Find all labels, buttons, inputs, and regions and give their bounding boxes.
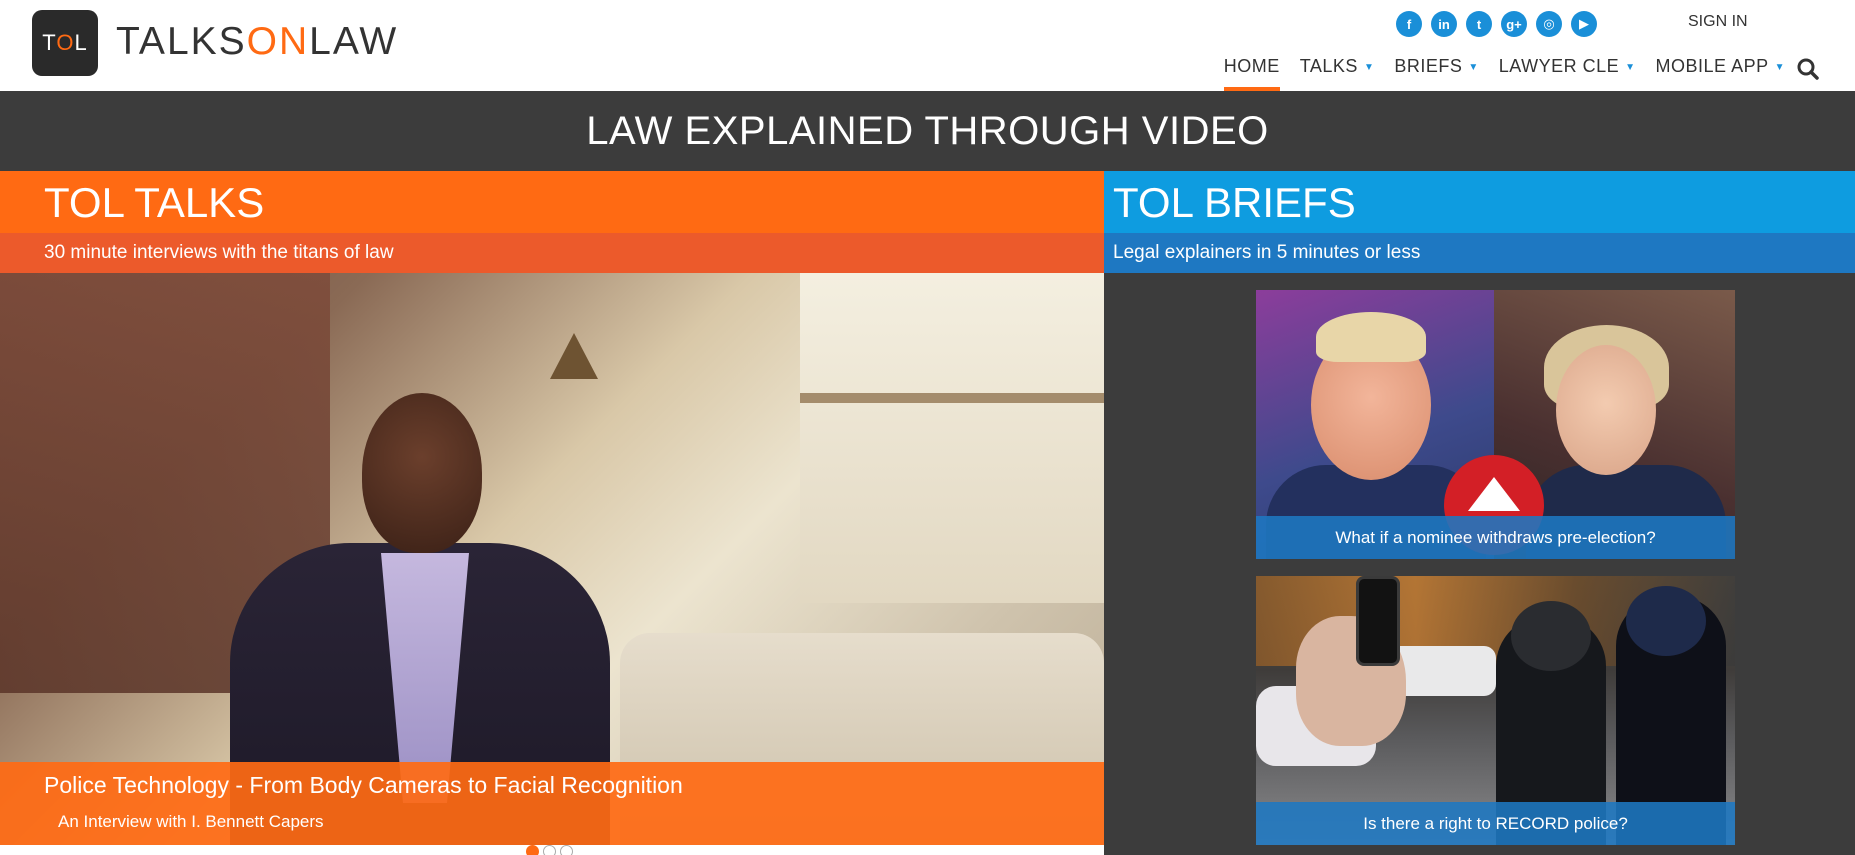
- briefs-subheader: Legal explainers in 5 minutes or less: [1104, 233, 1855, 273]
- carousel-dot[interactable]: [560, 845, 573, 855]
- linkedin-icon[interactable]: in: [1431, 11, 1457, 37]
- chevron-down-icon: ▼: [1468, 61, 1479, 73]
- chevron-down-icon: ▼: [1774, 61, 1785, 73]
- interviewee-head: [362, 393, 482, 553]
- brief-card[interactable]: What if a nominee withdraws pre-election…: [1256, 290, 1735, 559]
- nav-item-briefs[interactable]: BRIEFS ▼: [1394, 56, 1478, 91]
- brief-caption: Is there a right to RECORD police?: [1256, 802, 1735, 845]
- figure-hair: [1316, 312, 1426, 362]
- carousel-dot[interactable]: [543, 845, 556, 855]
- figure-face: [1556, 345, 1656, 475]
- hero-banner: LAW EXPLAINED THROUGH VIDEO: [0, 91, 1855, 171]
- search-icon[interactable]: [1797, 58, 1819, 80]
- logo-text: TOL: [42, 30, 88, 55]
- featured-talk-subtitle: An Interview with I. Bennett Capers: [58, 812, 324, 831]
- site-header: TOL TALKSONLAW f in t g+ ◎ ▶ SIGN IN HOM…: [0, 0, 1855, 91]
- talks-subtitle: 30 minute interviews with the titans of …: [44, 242, 394, 263]
- briefs-header[interactable]: TOL BRIEFS: [1104, 171, 1855, 233]
- carousel-dots: [526, 845, 573, 855]
- talks-title: TOL TALKS: [44, 179, 265, 226]
- nav-item-home[interactable]: HOME: [1223, 56, 1280, 91]
- featured-talk-image[interactable]: [0, 273, 1104, 845]
- nav-item-mobile-app[interactable]: MOBILE APP ▼: [1656, 56, 1785, 91]
- chevron-down-icon: ▼: [1363, 61, 1375, 73]
- helmet: [1511, 601, 1591, 671]
- talks-header[interactable]: TOL TALKS: [0, 171, 1104, 233]
- talks-subheader: 30 minute interviews with the titans of …: [0, 233, 1104, 273]
- sign-in-link[interactable]: SIGN IN: [1688, 13, 1748, 31]
- featured-talk-caption[interactable]: Police Technology - From Body Cameras to…: [0, 762, 1104, 845]
- briefs-title: TOL BRIEFS: [1113, 179, 1356, 226]
- twitter-icon[interactable]: t: [1466, 11, 1492, 37]
- phone: [1356, 576, 1400, 666]
- chevron-down-icon: ▼: [1625, 61, 1636, 73]
- brief-caption-text: Is there a right to RECORD police?: [1363, 813, 1628, 833]
- brief-caption-text: What if a nominee withdraws pre-election…: [1335, 527, 1656, 547]
- wordmark-talks: TALKS: [116, 20, 247, 63]
- nav-label: MOBILE APP: [1655, 56, 1769, 76]
- instagram-icon[interactable]: ◎: [1536, 11, 1562, 37]
- nav-label: TALKS: [1299, 56, 1358, 76]
- nav-label: HOME: [1223, 56, 1280, 76]
- helmet: [1626, 586, 1706, 656]
- nav-label: BRIEFS: [1394, 56, 1463, 76]
- nav-label: LAWYER CLE: [1498, 56, 1620, 76]
- carousel-dot[interactable]: [526, 845, 539, 855]
- google-plus-icon[interactable]: g+: [1501, 11, 1527, 37]
- wordmark-on: ON: [246, 20, 310, 63]
- nav-item-talks[interactable]: TALKS ▼: [1300, 56, 1375, 91]
- window: [800, 273, 1104, 603]
- briefs-subtitle: Legal explainers in 5 minutes or less: [1113, 242, 1421, 263]
- page-title: LAW EXPLAINED THROUGH VIDEO: [586, 108, 1269, 153]
- nav-item-lawyer-cle[interactable]: LAWYER CLE ▼: [1499, 56, 1636, 91]
- youtube-icon[interactable]: ▶: [1571, 11, 1597, 37]
- facebook-icon[interactable]: f: [1396, 11, 1422, 37]
- social-links: f in t g+ ◎ ▶: [1396, 11, 1597, 37]
- featured-talk-title: Police Technology - From Body Cameras to…: [44, 772, 683, 798]
- wordmark-law: LAW: [309, 20, 399, 63]
- site-wordmark[interactable]: TALKSONLAW: [116, 20, 398, 64]
- brief-caption: What if a nominee withdraws pre-election…: [1256, 516, 1735, 559]
- lamp: [550, 333, 598, 379]
- logo[interactable]: TOL: [32, 10, 98, 76]
- brief-card[interactable]: Is there a right to RECORD police?: [1256, 576, 1735, 845]
- main-nav: HOME TALKS ▼ BRIEFS ▼ LAWYER CLE ▼ MOBILE A…: [1223, 56, 1785, 91]
